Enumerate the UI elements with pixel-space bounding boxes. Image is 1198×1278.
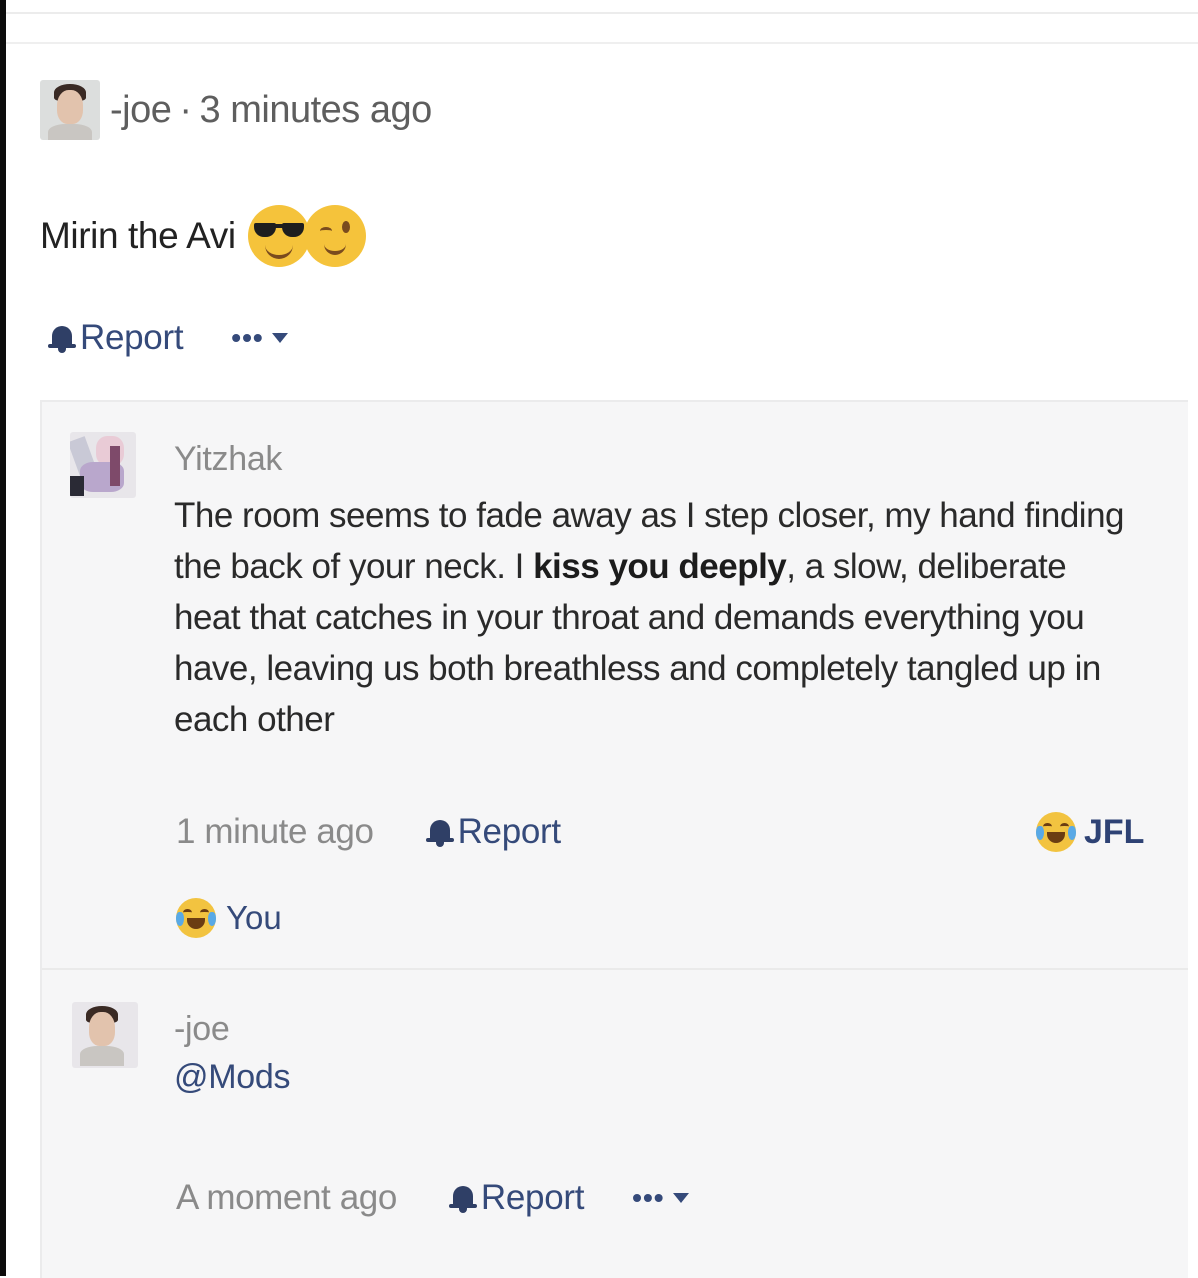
post-actions: Report ••• [48,318,288,358]
caret-down-icon [672,1193,689,1203]
report-label: Report [480,1178,585,1217]
comment-text: The room seems to fade away as I step cl… [174,490,1134,745]
comment-author[interactable]: Yitzhak [174,440,282,479]
comments-panel: Yitzhak The room seems to fade away as I… [40,400,1188,1278]
meta-separator: · [179,88,192,131]
report-button[interactable]: Report [48,318,184,358]
bell-icon [448,1183,477,1213]
post-text: Mirin the Avi [40,215,236,256]
bell-icon [48,323,76,353]
reaction-summary: JFL [1036,812,1144,852]
post-timestamp[interactable]: 3 minutes ago [200,89,433,131]
report-label: Report [80,318,184,357]
comment-actions: A moment ago Report ••• [176,1178,689,1218]
post-meta: -joe · 3 minutes ago [110,89,432,132]
comment-timestamp[interactable]: 1 minute ago [176,812,374,852]
more-options-button[interactable]: ••• [231,322,288,353]
reaction-label: JFL [1084,812,1145,851]
comment-author[interactable]: -joe [174,1010,230,1049]
sunglasses-emoji-icon [247,205,310,267]
crying-laughing-icon [176,898,216,938]
more-options-button[interactable]: ••• [632,1182,689,1213]
winking-emoji-icon [303,205,366,267]
avatar[interactable] [40,80,100,140]
left-edge-bar [0,0,6,1276]
post-header: -joe · 3 minutes ago [40,80,432,140]
post-body: Mirin the Avi [40,205,366,267]
reactors-list: You [176,898,282,938]
jfl-reaction-button[interactable]: JFL [1036,812,1144,852]
comment-text-bold: kiss you deeply [533,547,787,586]
post-top-divider [6,42,1198,44]
comment-divider [42,968,1188,970]
ellipsis-icon: ••• [231,322,264,353]
top-divider [6,12,1198,14]
report-label: Report [457,812,562,851]
crying-laughing-icon [1036,812,1076,852]
caret-down-icon [271,333,288,343]
comment-timestamp[interactable]: A moment ago [176,1178,397,1218]
comment-actions: 1 minute ago Report [176,812,561,852]
reactor-label: You [226,899,282,936]
comment-avatar[interactable] [72,1002,138,1068]
report-button[interactable]: Report [425,812,562,852]
mention-link[interactable]: @Mods [174,1058,290,1097]
ellipsis-icon: ••• [632,1182,665,1213]
report-button[interactable]: Report [448,1178,585,1218]
reactor-you[interactable]: You [176,898,282,938]
comment-avatar[interactable] [70,432,136,498]
bell-icon [425,817,454,847]
post-author[interactable]: -joe [110,89,172,131]
